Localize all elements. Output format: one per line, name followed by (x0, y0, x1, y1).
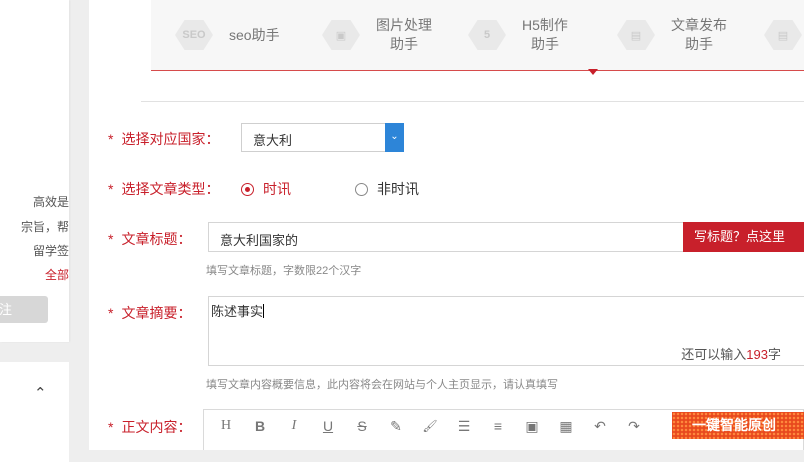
heading-icon[interactable]: H (216, 417, 236, 435)
abstract-textarea[interactable]: 陈述事实 还可以输入193字 (208, 296, 804, 366)
sidebar-text-line: 留学签 (32, 244, 69, 258)
required-mark: * (108, 419, 114, 435)
table-icon[interactable]: ▦ (556, 417, 576, 435)
radio-button[interactable] (241, 182, 254, 196)
chevron-down-icon[interactable]: ⌄ (385, 123, 404, 152)
tool-more[interactable]: ▤ (764, 0, 802, 70)
align-icon[interactable]: ≡ (488, 417, 508, 435)
radio-non-news[interactable]: 非时讯 (355, 179, 419, 199)
type-label: * 选择文章类型： (108, 181, 220, 197)
radio-button[interactable] (355, 182, 368, 196)
undo-icon[interactable]: ↶ (590, 417, 610, 435)
country-label: * 选择对应国家： (108, 131, 220, 147)
redo-icon[interactable]: ↷ (624, 417, 644, 435)
tool-h5[interactable]: 5 H5制作 助手 (468, 0, 568, 70)
italic-icon[interactable]: I (284, 417, 304, 435)
list-icon[interactable]: ☰ (454, 417, 474, 435)
abstract-value: 陈述事实 (211, 304, 265, 319)
tool-label: 图片处理 助手 (376, 17, 432, 52)
document-icon: ▤ (764, 20, 802, 50)
tool-seo[interactable]: SEO seo助手 (175, 0, 280, 70)
radio-news[interactable]: 时讯 (241, 179, 291, 199)
main-panel: SEO seo助手 ▣ 图片处理 助手 5 H5制作 助手 ▤ 文章发布 助手 … (89, 0, 804, 450)
tool-label: seo助手 (229, 26, 280, 43)
abstract-label: * 文章摘要： (108, 305, 192, 321)
sidebar-link-all[interactable]: 全部 (45, 266, 69, 283)
radio-label: 时讯 (263, 181, 291, 197)
tool-bar: SEO seo助手 ▣ 图片处理 助手 5 H5制作 助手 ▤ 文章发布 助手 … (151, 0, 804, 75)
tool-label: 文章发布 助手 (671, 17, 727, 52)
tool-image[interactable]: ▣ 图片处理 助手 (322, 0, 432, 70)
sidebar-text-line: 高效是 (32, 195, 69, 209)
title-label: * 文章标题： (108, 231, 192, 247)
country-select-value: 意大利 (253, 133, 293, 148)
title-input[interactable]: 意大利国家的 (208, 222, 684, 252)
required-mark: * (108, 231, 114, 247)
sidebar-text-line: 宗旨，帮 (20, 220, 69, 234)
content-label: * 正文内容： (108, 419, 192, 435)
required-mark: * (108, 305, 114, 321)
seo-icon: SEO (175, 20, 213, 50)
strikethrough-icon[interactable]: S (352, 417, 372, 435)
html5-icon: 5 (468, 20, 506, 50)
brush-icon[interactable]: 🖌 (420, 417, 440, 435)
divider (141, 101, 804, 102)
radio-label: 非时讯 (377, 181, 419, 197)
follow-button[interactable]: 注 (0, 296, 48, 323)
smart-original-button[interactable]: 一键智能原创 (672, 412, 804, 439)
active-tool-caret (588, 69, 598, 75)
image-icon[interactable]: ▣ (522, 417, 542, 435)
required-mark: * (108, 181, 114, 197)
chevron-up-icon[interactable]: ⌃ (34, 384, 47, 402)
tool-article[interactable]: ▤ 文章发布 助手 (617, 0, 727, 70)
underline-icon[interactable]: U (318, 417, 338, 435)
abstract-counter: 还可以输入193字 (681, 347, 781, 362)
editor-toolbar: H B I U S ✎ 🖌 ☰ ≡ ▣ ▦ ↶ ↷ 一键智能原创 (203, 409, 804, 450)
required-mark: * (108, 131, 114, 147)
left-sidebar-card: 高效是 宗旨，帮 留学签 全部 注 (0, 0, 69, 342)
bold-icon[interactable]: B (250, 417, 270, 435)
image-icon: ▣ (322, 20, 360, 50)
highlight-icon[interactable]: ✎ (386, 417, 406, 435)
abstract-hint: 填写文章内容概要信息，此内容将会在网站与个人主页显示，请认真填写 (206, 379, 558, 391)
country-select[interactable]: 意大利 ⌄ (241, 123, 404, 152)
document-icon: ▤ (617, 20, 655, 50)
tool-label: H5制作 助手 (522, 17, 568, 52)
title-hint: 填写文章标题，字数限22个汉字 (206, 265, 362, 277)
write-title-button[interactable]: 写标题？点这里 (683, 222, 804, 252)
left-sidebar-card-2: ⌃ (0, 362, 69, 462)
title-input-value: 意大利国家的 (220, 233, 299, 248)
